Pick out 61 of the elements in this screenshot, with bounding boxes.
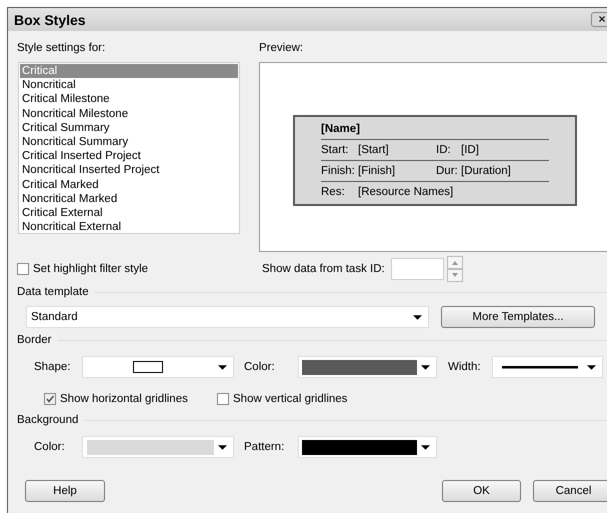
- preview-field: [Start]: [358, 144, 436, 156]
- list-item[interactable]: Noncritical Milestone: [20, 106, 238, 121]
- list-item[interactable]: Critical Milestone: [20, 92, 238, 107]
- shape-dropdown[interactable]: [82, 356, 234, 378]
- list-item[interactable]: Noncritical External: [20, 220, 238, 234]
- color-label: Color:: [34, 441, 66, 453]
- list-item[interactable]: Noncritical Summary: [20, 134, 238, 150]
- more-templates-button[interactable]: More Templates...: [441, 306, 595, 328]
- preview-label: Preview:: [259, 42, 304, 55]
- caret-icon: [587, 364, 596, 370]
- preview-name: [Name]: [321, 123, 360, 135]
- shape-label: Shape:: [34, 361, 72, 373]
- preview-field: ID:: [436, 144, 461, 156]
- template-dropdown[interactable]: Standard: [26, 306, 429, 328]
- pattern-dropdown[interactable]: [298, 436, 437, 458]
- rectangle-icon: [133, 361, 163, 373]
- caret-icon: [218, 444, 227, 450]
- window-title: Box Styles: [14, 12, 86, 28]
- caret-icon: [421, 364, 430, 370]
- preview-field: Res:: [321, 186, 358, 198]
- preview-field: [Finish]: [358, 165, 436, 177]
- list-item[interactable]: Noncritical: [20, 78, 238, 92]
- group-heading: Data template: [17, 286, 89, 298]
- checkbox[interactable]: [17, 263, 29, 275]
- list-item[interactable]: Critical External: [20, 206, 238, 220]
- list-item[interactable]: Critical Marked: [20, 178, 238, 192]
- checkbox[interactable]: [217, 393, 229, 405]
- preview-field: Finish:: [321, 165, 358, 177]
- group-heading: Border: [17, 334, 52, 346]
- checkbox-label: Set highlight filter style: [33, 263, 148, 275]
- task-id-field[interactable]: [390, 258, 444, 280]
- list-item[interactable]: Noncritical Inserted Project: [20, 163, 238, 178]
- help-button[interactable]: Help: [25, 480, 105, 502]
- caret-icon: [413, 314, 422, 320]
- list-item[interactable]: Critical Summary: [20, 120, 238, 135]
- color-dropdown[interactable]: [82, 436, 234, 458]
- preview-field: [ID]: [461, 144, 479, 156]
- style-settings-label: Style settings for:: [17, 42, 106, 55]
- color-label: Color:: [244, 361, 276, 373]
- close-button[interactable]: ×: [591, 12, 607, 27]
- preview-field: Dur:: [436, 165, 461, 177]
- caret-icon: [421, 444, 430, 450]
- line-icon: [502, 366, 578, 368]
- color-dropdown[interactable]: [298, 356, 437, 378]
- task-id-label: Show data from task ID:: [262, 263, 385, 275]
- caret-icon: [218, 364, 227, 370]
- checkbox-label: Show horizontal gridlines: [60, 393, 188, 405]
- width-label: Width:: [448, 361, 482, 373]
- list-item[interactable]: Critical Inserted Project: [20, 149, 238, 164]
- preview-field: [Duration]: [461, 165, 511, 177]
- checkbox[interactable]: [44, 393, 56, 405]
- group-heading: Background: [17, 414, 78, 426]
- width-dropdown[interactable]: [492, 356, 603, 378]
- spinner[interactable]: [446, 256, 463, 282]
- preview-field: [Resource Names]: [358, 186, 454, 198]
- cancel-button[interactable]: Cancel: [533, 480, 607, 502]
- preview-field: Start:: [321, 144, 358, 156]
- checkbox-label: Show vertical gridlines: [233, 393, 348, 405]
- pattern-label: Pattern:: [244, 441, 286, 453]
- list-item[interactable]: Noncritical Marked: [20, 192, 238, 206]
- ok-button[interactable]: OK: [442, 480, 521, 502]
